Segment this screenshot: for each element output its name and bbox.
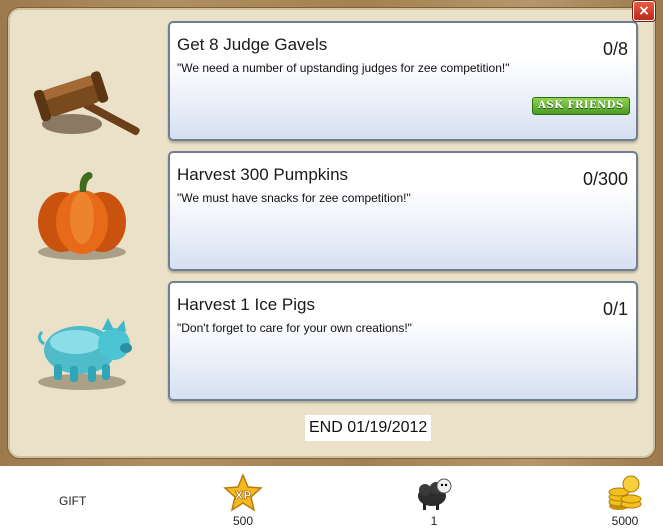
goal-title: Harvest 300 Pumpkins <box>177 165 349 184</box>
close-button[interactable]: × <box>633 1 655 21</box>
xp-star-icon: XP <box>223 474 263 512</box>
goal-card-gavels: Get 8 Judge Gavels "We need a number of … <box>168 21 638 141</box>
sheep-reward: 1 <box>404 474 464 528</box>
gavel-icon <box>32 44 150 154</box>
xp-reward-value: 500 <box>232 514 254 528</box>
sheep-icon <box>418 478 452 510</box>
goal-progress: 0/1 <box>602 299 628 319</box>
xp-reward: XP 500 <box>213 474 273 528</box>
goals-panel: Get 8 Judge Gavels "We need a number of … <box>8 8 655 458</box>
goal-quote: "We need a number of upstanding judges f… <box>177 61 510 75</box>
goal-progress: 0/300 <box>582 169 628 189</box>
goal-card-ice-pigs: Harvest 1 Ice Pigs "Don't forget to care… <box>168 281 638 401</box>
xp-badge-text: XP <box>235 489 252 502</box>
ice-pig-icon <box>32 292 150 402</box>
goal-card-pumpkins: Harvest 300 Pumpkins "We must have snack… <box>168 151 638 271</box>
coins-icon <box>608 475 642 510</box>
ask-friends-button[interactable]: ASK FRIENDS <box>532 97 630 115</box>
goal-quote: "We must have snacks for zee competition… <box>177 191 411 205</box>
end-date-label: END 01/19/2012 <box>305 415 432 441</box>
goal-title: Get 8 Judge Gavels <box>177 35 328 54</box>
coins-reward-value: 5000 <box>611 514 639 528</box>
sheep-reward-value: 1 <box>430 514 438 528</box>
pumpkin-icon <box>32 166 150 276</box>
rewards-bar: GIFT XP 500 1 5000 <box>0 466 663 530</box>
goal-quote: "Don't forget to care for your own creat… <box>177 321 412 335</box>
goal-title: Harvest 1 Ice Pigs <box>177 295 315 314</box>
wood-frame: Get 8 Judge Gavels "We need a number of … <box>0 0 663 466</box>
coins-reward: 5000 <box>595 474 655 528</box>
goal-progress: 0/8 <box>602 39 628 59</box>
gift-label: GIFT <box>59 494 87 508</box>
